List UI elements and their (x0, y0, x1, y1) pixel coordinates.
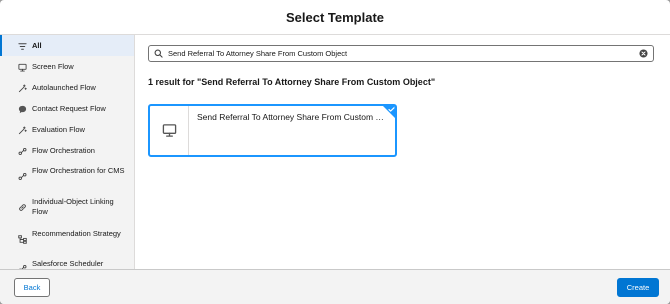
sidebar-item-evaluation-flow[interactable]: Evaluation Flow (0, 119, 134, 140)
sidebar-item-label: Salesforce Scheduler (32, 259, 104, 268)
sidebar-item-individual-object-linking-flow[interactable]: Individual-Object Linking Flow (0, 192, 134, 224)
create-button[interactable]: Create (617, 278, 659, 297)
back-button[interactable]: Back (14, 278, 50, 297)
flow-type-sidebar: All Screen Flow Autolaunched Flow Contac… (0, 35, 135, 269)
sidebar-item-label: Autolaunched Flow (32, 82, 96, 92)
search-box (148, 45, 654, 62)
sidebar-item-label: Recommendation Strategy (32, 229, 121, 238)
search-icon (154, 49, 163, 58)
sidebar-item-flow-orchestration-cms[interactable]: Flow Orchestration for CMS (0, 161, 134, 192)
sidebar-item-salesforce-scheduler[interactable]: Salesforce Scheduler (0, 256, 134, 269)
selected-check-icon (383, 106, 395, 118)
sidebar-item-contact-request-flow[interactable]: Contact Request Flow (0, 98, 134, 119)
strategy-icon (18, 235, 27, 244)
sidebar-item-label: Contact Request Flow (32, 103, 106, 113)
flow-filter-icon (18, 42, 27, 51)
select-template-modal: Select Template All Screen Flow Autolaun… (0, 0, 670, 304)
orchestration-icon (18, 172, 27, 181)
clear-search-icon[interactable] (639, 49, 648, 58)
monitor-icon (162, 124, 176, 137)
sidebar-item-recommendation-strategy[interactable]: Recommendation Strategy (0, 224, 134, 256)
template-tile[interactable]: Send Referral To Attorney Share From Cus… (148, 104, 397, 157)
orchestration-icon (18, 147, 27, 156)
modal-header: Select Template (0, 0, 670, 35)
sidebar-item-label: Individual-Object Linking Flow (32, 197, 114, 216)
sidebar-item-label: Flow Orchestration (32, 145, 95, 155)
sidebar-item-flow-orchestration[interactable]: Flow Orchestration (0, 140, 134, 161)
chat-bubble-icon (18, 105, 27, 114)
tile-icon-area (150, 106, 189, 155)
template-results-panel: 1 result for "Send Referral To Attorney … (136, 35, 670, 269)
magic-wand-icon (18, 83, 27, 93)
template-tile-label: Send Referral To Attorney Share From Cus… (197, 112, 387, 122)
monitor-icon (18, 63, 27, 72)
sidebar-item-label: Evaluation Flow (32, 124, 85, 134)
sidebar-item-label: Flow Orchestration for CMS (32, 166, 125, 175)
sidebar-item-label: Screen Flow (32, 61, 74, 71)
sidebar-item-all[interactable]: All (0, 35, 134, 56)
magic-wand-icon (18, 125, 27, 135)
sidebar-item-screen-flow[interactable]: Screen Flow (0, 56, 134, 77)
link-icon (18, 203, 27, 212)
sidebar-item-autolaunched-flow[interactable]: Autolaunched Flow (0, 77, 134, 98)
modal-title: Select Template (285, 9, 385, 25)
sidebar-item-label: All (32, 40, 42, 50)
search-input[interactable] (168, 46, 639, 61)
modal-footer: Back Create (0, 269, 670, 304)
result-count-heading: 1 result for "Send Referral To Attorney … (148, 77, 436, 87)
